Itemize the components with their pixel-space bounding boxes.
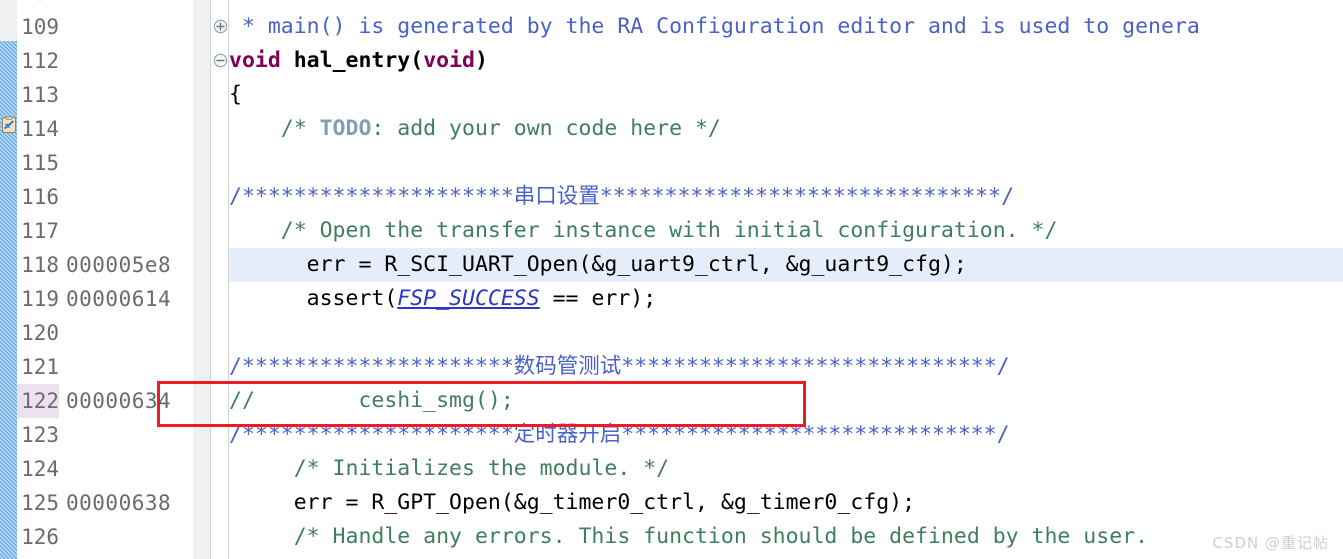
line-number[interactable]: 122	[17, 384, 59, 418]
line-number[interactable]: 107	[17, 0, 59, 10]
code-token: : add your own code here */	[371, 116, 721, 141]
code-line-row[interactable]: 120	[0, 316, 1343, 350]
code-token: void	[423, 48, 475, 73]
code-token: void	[229, 48, 281, 73]
line-number[interactable]: 115	[17, 146, 59, 180]
code-line-row[interactable]: 118 000005e8 err = R_SCI_UART_Open(&g_uar…	[0, 248, 1343, 282]
watermark-text: CSDN @重记帖	[1212, 534, 1329, 552]
line-number[interactable]: 124	[17, 452, 59, 486]
code-line-row[interactable]: 107	[0, 0, 1343, 10]
code-token: err = R_SCI_UART_Open(&g_uart9_ctrl, &g_…	[229, 252, 967, 277]
code-line-row[interactable]: 115	[0, 146, 1343, 180]
code-token: /* Open the transfer instance with initi…	[229, 218, 1058, 243]
code-line-row[interactable]: 114 /* TODO: add your own code here */	[0, 112, 1343, 146]
line-number[interactable]: 120	[17, 316, 59, 350]
code-token: TODO	[319, 116, 372, 141]
code-line-text[interactable]: /* TODO: add your own code here */	[229, 112, 721, 146]
line-number[interactable]: 118	[17, 248, 59, 282]
code-line-text[interactable]: // ceshi_smg();	[229, 384, 514, 418]
code-token: *****************************/	[621, 354, 1010, 379]
code-token: *****************************/	[621, 422, 1010, 447]
code-token: /*********************	[229, 422, 514, 447]
code-line-text[interactable]: err = R_SCI_UART_Open(&g_uart9_ctrl, &g_…	[229, 248, 967, 282]
fold-collapse-icon[interactable]	[213, 53, 228, 68]
code-line-text[interactable]: void hal_entry(void)	[229, 44, 488, 78]
line-number[interactable]: 114	[17, 112, 59, 146]
code-token: assert(	[229, 286, 398, 311]
code-token: (	[410, 48, 424, 73]
code-token: /*********************	[229, 354, 514, 379]
line-number[interactable]: 113	[17, 78, 59, 112]
line-address: 00000638	[66, 491, 172, 515]
code-token: * main() is generated by the RA Configur…	[229, 14, 1200, 39]
fold-expand-icon[interactable]	[213, 19, 228, 34]
code-line-text[interactable]: * main() is generated by the RA Configur…	[229, 10, 1200, 44]
code-token: 定时器开启	[513, 422, 622, 447]
code-line-text[interactable]: /* Initializes the module. */	[229, 452, 669, 486]
code-token: hal_entry	[293, 48, 411, 73]
code-token: /*	[229, 116, 320, 141]
code-line-row[interactable]: 122 00000634 // ceshi_smg();	[0, 384, 1343, 418]
line-number[interactable]: 117	[17, 214, 59, 248]
code-line-text[interactable]: err = R_GPT_Open(&g_timer0_ctrl, &g_time…	[229, 486, 915, 520]
code-line-row[interactable]: 121 /*********************数码管测试**********…	[0, 350, 1343, 384]
code-line-text[interactable]: /* Open the transfer instance with initi…	[229, 214, 1058, 248]
line-number[interactable]: 109	[17, 10, 59, 44]
line-number[interactable]: 126	[17, 520, 59, 554]
code-line-row[interactable]: 123 /*********************定时器开启**********…	[0, 418, 1343, 452]
code-line-row[interactable]: 119 00000614 assert(FSP_SUCCESS == err);	[0, 282, 1343, 316]
code-line-text[interactable]: /*********************定时器开启*************…	[229, 418, 1010, 452]
code-token: 数码管测试	[513, 354, 622, 379]
code-line-row[interactable]: 117 /* Open the transfer instance with i…	[0, 214, 1343, 248]
code-line-row[interactable]: 125 00000638 err = R_GPT_Open(&g_timer0_c…	[0, 486, 1343, 520]
code-line-row[interactable]: 126 /* Handle any errors. This function …	[0, 520, 1343, 554]
line-address: 000005e8	[66, 253, 172, 277]
code-line-text[interactable]: /*********************数码管测试*************…	[229, 350, 1010, 384]
code-token: err = R_GPT_Open(&g_timer0_ctrl, &g_time…	[229, 490, 916, 515]
code-token: FSP_SUCCESS	[397, 286, 540, 311]
code-line-text[interactable]: /* Handle any errors. This function shou…	[229, 520, 1148, 554]
line-number[interactable]: 125	[17, 486, 59, 520]
line-number[interactable]: 112	[17, 44, 59, 78]
code-token: 串口设置	[513, 184, 600, 209]
line-address: 00000634	[66, 389, 172, 413]
code-line-text[interactable]: assert(FSP_SUCCESS == err);	[229, 282, 657, 316]
code-line-row[interactable]: 124 /* Initializes the module. */	[0, 452, 1343, 486]
code-token: /*********************	[229, 184, 514, 209]
code-line-row[interactable]: 112 void hal_entry(void)	[0, 44, 1343, 78]
code-token: // ceshi_smg();	[229, 388, 514, 413]
code-line-row[interactable]: 109 * main() is generated by the RA Conf…	[0, 10, 1343, 44]
code-token: )	[474, 48, 488, 73]
code-line-row[interactable]: 113 {	[0, 78, 1343, 112]
code-token: /* Handle any errors. This function shou…	[229, 524, 1149, 549]
code-token: == err);	[539, 286, 657, 311]
code-line-text[interactable]: {	[229, 78, 242, 112]
code-line-text[interactable]: /*********************串口设置**************…	[229, 180, 1014, 214]
code-token: /* Initializes the module. */	[229, 456, 670, 481]
code-line-row[interactable]: 116 /*********************串口设置***********…	[0, 180, 1343, 214]
line-number[interactable]: 123	[17, 418, 59, 452]
code-token: *******************************/	[599, 184, 1015, 209]
code-editor-viewport[interactable]: 107109 * main() is generated by the RA C…	[0, 0, 1343, 559]
line-number[interactable]: 119	[17, 282, 59, 316]
line-number[interactable]: 121	[17, 350, 59, 384]
line-number[interactable]: 116	[17, 180, 59, 214]
line-address: 00000614	[66, 287, 172, 311]
code-token: {	[229, 82, 242, 107]
